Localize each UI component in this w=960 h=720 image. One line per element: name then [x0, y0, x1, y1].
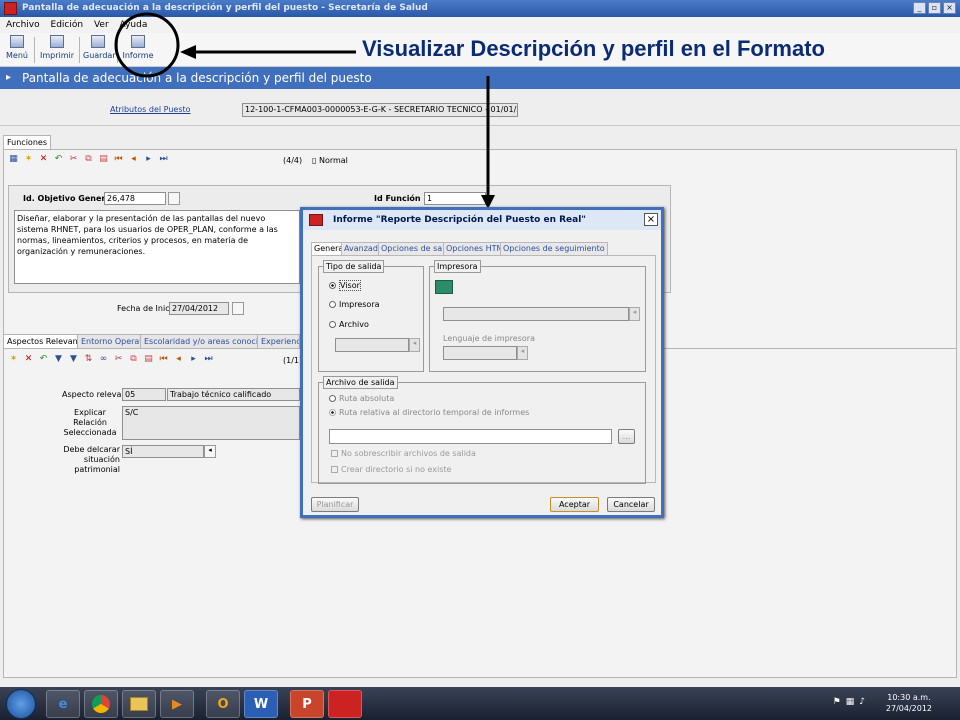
volume-icon[interactable]: ♪ [859, 697, 870, 707]
radio-visor[interactable]: Visor [329, 280, 361, 291]
app-icon [309, 214, 323, 226]
radio-selected-icon [329, 282, 336, 289]
system-tray: ⚑▦♪ [833, 697, 870, 707]
cancelar-button[interactable]: Cancelar [607, 497, 655, 512]
radio-selected-icon [329, 409, 336, 416]
network-icon[interactable]: ▦ [846, 697, 860, 707]
radio-impresora[interactable]: Impresora [329, 300, 380, 309]
radio-icon [329, 301, 336, 308]
checkbox-icon [331, 450, 338, 457]
radio-icon [329, 321, 336, 328]
archivo-format-select[interactable] [335, 338, 409, 352]
dropdown-arrow-icon[interactable]: ◂ [517, 346, 528, 360]
checkbox-icon [331, 466, 338, 473]
ruta-input[interactable] [329, 429, 612, 444]
planificar-button[interactable]: Planificar [311, 497, 359, 512]
radio-archivo[interactable]: Archivo [329, 320, 369, 329]
flag-icon[interactable]: ⚑ [833, 697, 846, 707]
app-taskbar-icon[interactable] [328, 690, 362, 718]
clock[interactable]: 10:30 a.m. 27/04/2012 [886, 692, 932, 714]
dialog-title: Informe "Reporte Descripción del Puesto … [333, 215, 586, 225]
dialog-titlebar: Informe "Reporte Descripción del Puesto … [303, 210, 661, 230]
start-button[interactable] [6, 689, 36, 719]
clock-time: 10:30 a.m. [887, 693, 931, 702]
tab-opciones-seguimiento[interactable]: Opciones de seguimiento [500, 242, 608, 255]
tipo-salida-title: Tipo de salida [323, 260, 385, 273]
printer-icon [435, 280, 453, 294]
browser-icon[interactable]: e [46, 690, 80, 718]
aceptar-button[interactable]: Aceptar [550, 497, 599, 512]
radio-ruta-relativa[interactable]: Ruta relativa al directorio temporal de … [329, 408, 529, 417]
dropdown-arrow-icon[interactable]: ◂ [409, 338, 420, 352]
checkbox-no-sobrescribir[interactable]: No sobrescribir archivos de salida [331, 449, 476, 458]
taskbar: e ▶ O W P ⚑▦♪ 10:30 a.m. 27/04/2012 [0, 687, 960, 720]
clock-date: 27/04/2012 [885, 704, 932, 713]
radio-ruta-absoluta[interactable]: Ruta absoluta [329, 394, 394, 403]
annotation-text: Visualizar Descripción y perfil en el Fo… [362, 36, 825, 61]
word-icon[interactable]: W [244, 690, 278, 718]
dropdown-arrow-icon[interactable]: ◂ [629, 307, 640, 321]
impresora-select[interactable] [443, 307, 629, 321]
archivo-salida-title: Archivo de salida [323, 376, 398, 389]
report-dialog: Informe "Reporte Descripción del Puesto … [300, 207, 664, 518]
chrome-icon[interactable] [84, 690, 118, 718]
checkbox-crear-directorio[interactable]: Crear directorio si no existe [331, 465, 451, 474]
radio-icon [329, 395, 336, 402]
powerpoint-icon[interactable]: P [290, 690, 324, 718]
media-player-icon[interactable]: ▶ [160, 690, 194, 718]
browse-button[interactable]: ... [618, 429, 635, 444]
outlook-icon[interactable]: O [206, 690, 240, 718]
lenguaje-label: Lenguaje de impresora [443, 334, 535, 343]
impresora-title: Impresora [434, 260, 481, 273]
folder-icon[interactable] [122, 690, 156, 718]
close-icon[interactable]: × [644, 213, 658, 226]
arrowhead-left [180, 45, 196, 59]
lenguaje-select[interactable] [443, 346, 517, 360]
highlight-circle [114, 12, 180, 78]
